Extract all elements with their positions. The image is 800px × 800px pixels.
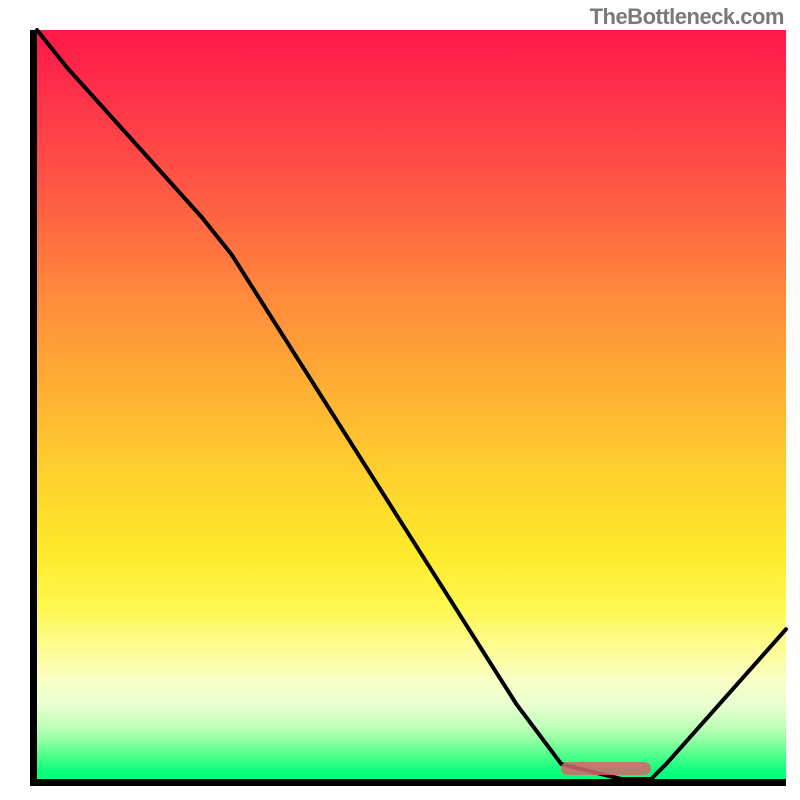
optimal-range-marker: [561, 762, 651, 775]
chart-frame: TheBottleneck.com: [0, 0, 800, 800]
plot-area: [30, 30, 786, 786]
attribution-text: TheBottleneck.com: [590, 4, 784, 30]
bottleneck-curve: [37, 30, 786, 779]
